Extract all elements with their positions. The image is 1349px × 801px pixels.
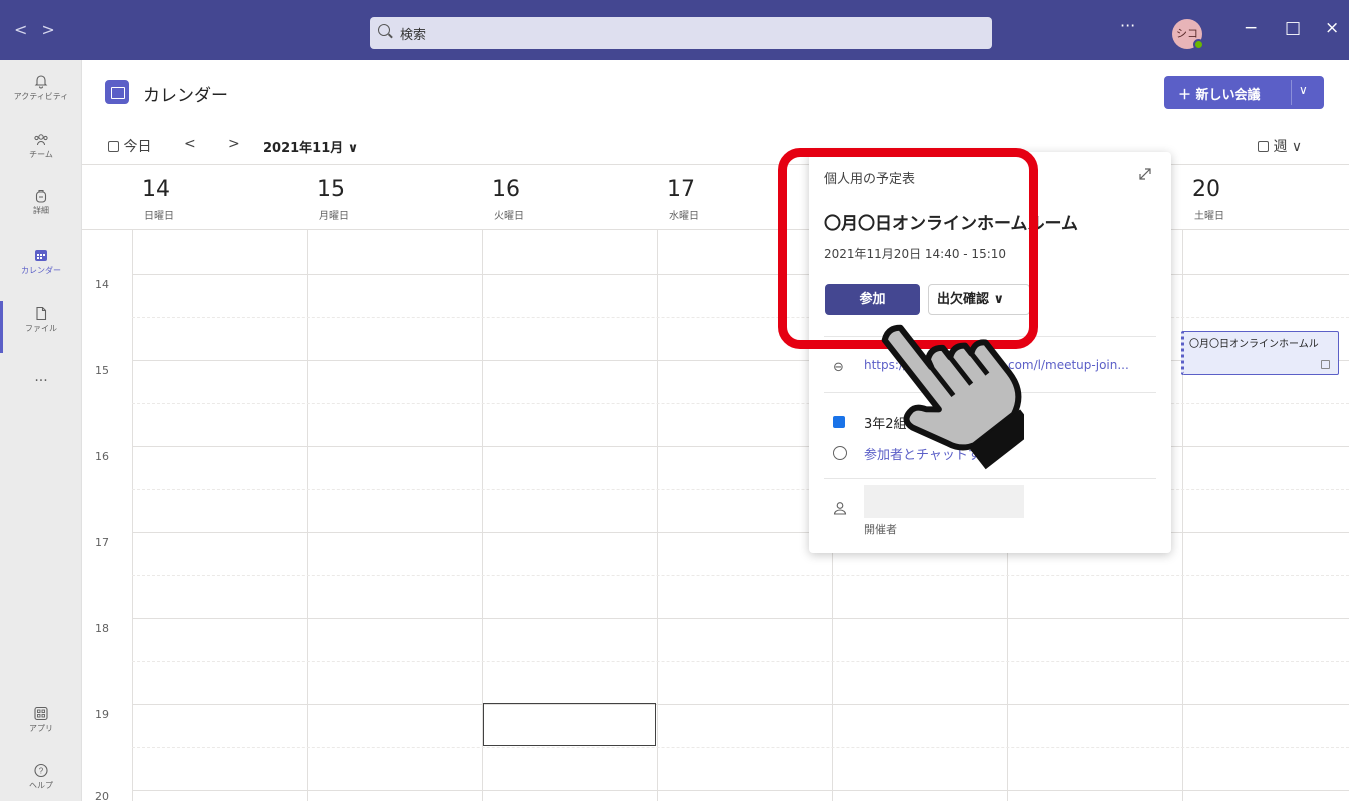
grid-half-hour-line [132,747,1349,748]
rail-item-more[interactable]: ··· [0,370,82,389]
day-name: 土曜日 [1194,211,1224,222]
event-title: 〇月〇日オンラインホームル [1189,339,1319,350]
svg-text:?: ? [39,767,44,776]
rail-item-apps[interactable]: アプリ [0,706,82,734]
rail-item-label: 詳細 [33,206,49,215]
hour-label: 16 [95,450,109,463]
hour-label: 19 [95,708,109,721]
apps-icon [34,706,48,721]
back-button[interactable]: < [14,20,41,39]
rail-item-calendar[interactable]: カレンダー [0,248,82,276]
chat-icon [833,446,847,460]
help-icon: ? [34,763,48,778]
divider [1291,80,1292,105]
week-view-icon [1258,141,1269,152]
backpack-icon [35,189,47,203]
view-switcher[interactable]: 週 ∨ [1258,136,1302,156]
day-number: 17 [667,177,695,202]
title-bar: <> 検索 ··· シコ − □ × [0,0,1349,60]
rail-item-assignments[interactable]: 詳細 [0,188,82,216]
more-options-button[interactable]: ··· [1120,16,1135,35]
new-meeting-button[interactable]: ＋ 新しい会議 ∨ [1164,76,1324,109]
calendar-today-icon [108,141,119,152]
day-header-monday[interactable]: 15 月曜日 [307,165,482,231]
view-label: 週 ∨ [1273,139,1303,155]
day-name: 火曜日 [494,211,524,222]
rail-item-label: アクティビティ [13,92,69,101]
organizer-name-redacted [864,485,1024,518]
search-input[interactable]: 検索 [370,17,992,49]
grid-half-hour-line [132,661,1349,662]
day-header-tuesday[interactable]: 16 火曜日 [482,165,657,231]
hour-label: 20 [95,790,109,801]
divider [824,478,1156,479]
maximize-button[interactable]: □ [1285,18,1301,38]
file-icon [36,306,47,321]
hour-label: 18 [95,622,109,635]
organizer-role: 開催者 [864,523,897,536]
grid-column-line [657,230,658,801]
bell-icon [34,75,48,89]
day-name: 水曜日 [669,211,699,222]
history-nav: <> [14,20,69,39]
grid-column-line [1182,230,1183,801]
grid-hour-line [132,790,1349,791]
rail-item-help[interactable]: ? ヘルプ [0,763,82,791]
today-label: 今日 [123,139,152,155]
rail-item-label: ファイル [25,324,57,333]
chevron-down-icon[interactable]: ∨ [1299,83,1308,97]
new-meeting-label: ＋ 新しい会議 [1178,88,1261,103]
rail-item-teams[interactable]: チーム [0,132,82,160]
rail-item-files[interactable]: ファイル [0,306,82,334]
link-icon: ⊖ [833,360,844,375]
grid-column-line [307,230,308,801]
next-week-button[interactable]: > [228,136,240,152]
app-rail: アクティビティ チーム 詳細 カレンダー ファイル ··· アプリ ? ヘルプ [0,60,82,801]
grid-column-line [132,230,133,801]
month-picker[interactable]: 2021年11月 ∨ [263,137,358,156]
search-placeholder: 検索 [400,28,427,43]
rail-item-label: チーム [29,150,53,159]
day-name: 日曜日 [144,211,174,222]
search-icon [378,24,390,36]
day-number: 20 [1192,177,1220,202]
calendar-app-icon [105,80,129,104]
rail-item-label: カレンダー [21,266,61,275]
grid-hour-line [132,704,1349,705]
hour-label: 14 [95,278,109,291]
day-number: 14 [142,177,170,202]
pointing-hand-icon [881,324,1024,470]
page-title: カレンダー [143,86,228,106]
hour-label: 17 [95,536,109,549]
calendar-icon [35,250,47,261]
calendar-event[interactable]: 〇月〇日オンラインホームル [1181,331,1339,375]
day-number: 15 [317,177,345,202]
close-button[interactable]: × [1325,18,1339,38]
day-number: 16 [492,177,520,202]
selected-time-slot[interactable] [483,703,656,746]
presence-status-icon [1193,39,1204,50]
rail-item-label: アプリ [29,724,53,733]
day-header-sunday[interactable]: 14 日曜日 [132,165,307,231]
person-icon [833,502,847,515]
forward-button[interactable]: > [41,20,68,39]
channel-icon [833,416,845,428]
hour-label: 15 [95,364,109,377]
rail-item-activity[interactable]: アクティビティ [0,74,82,102]
today-button[interactable]: 今日 [108,136,151,156]
previous-week-button[interactable]: < [184,136,196,152]
grid-half-hour-line [132,575,1349,576]
grid-hour-line [132,618,1349,619]
day-name: 月曜日 [319,211,349,222]
minimize-button[interactable]: − [1244,18,1258,38]
day-header-saturday[interactable]: 20 土曜日 [1182,165,1349,231]
teams-icon [34,134,48,146]
rail-item-label: ヘルプ [29,781,53,790]
meeting-icon [1321,360,1330,369]
expand-icon[interactable] [1137,166,1153,182]
more-icon: ··· [34,373,48,389]
